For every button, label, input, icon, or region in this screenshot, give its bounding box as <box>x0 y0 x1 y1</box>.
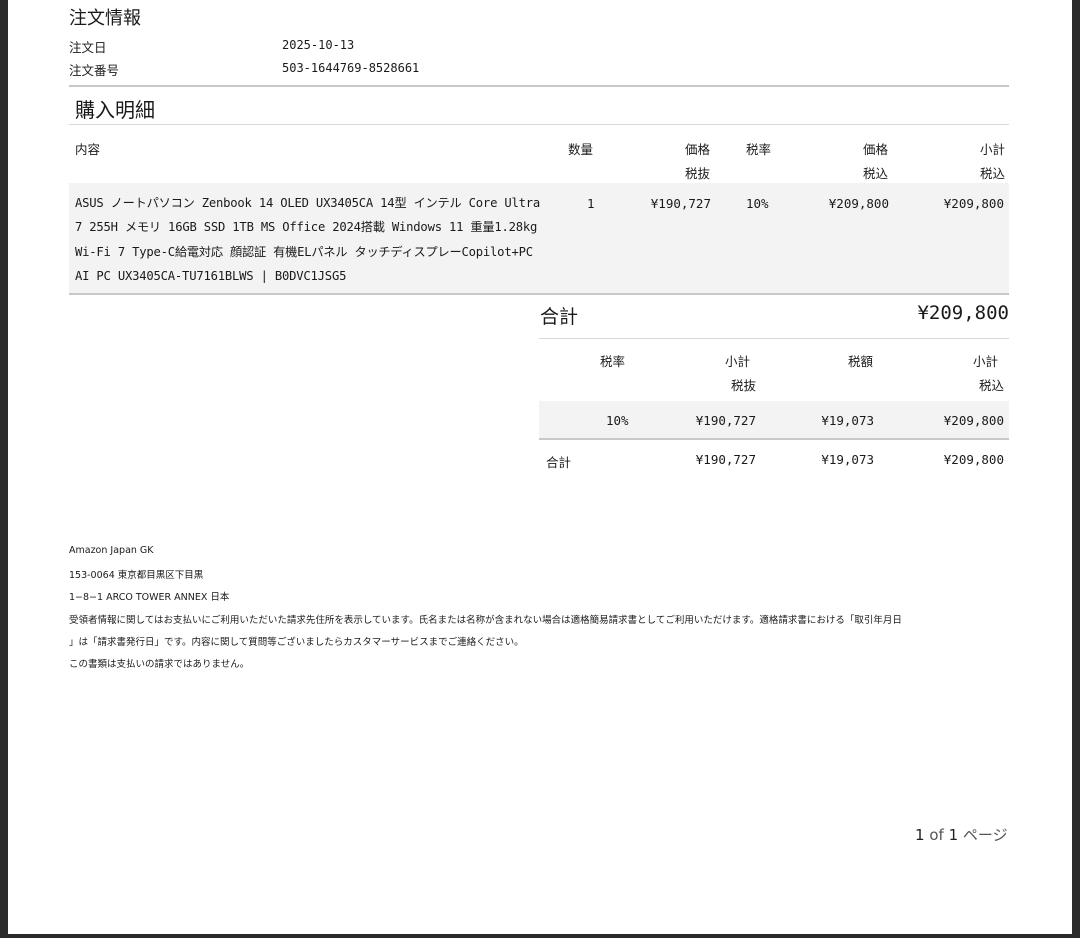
page-suffix: ページ <box>962 826 1008 844</box>
item-qty: 1 <box>587 196 595 211</box>
col-qty-header: 数量 <box>568 142 594 157</box>
tax-col-subtotal-sub-header: 税抜 <box>730 378 756 393</box>
page-current: 1 <box>915 826 925 844</box>
col-content-header: 内容 <box>75 142 101 157</box>
tax-row-subtotal-excl: ¥190,727 <box>695 413 756 428</box>
item-description: ASUS ノートパソコン Zenbook 14 OLED UX3405CA 14… <box>75 196 541 283</box>
col-tax-rate-header: 税率 <box>746 142 772 157</box>
footer-note-line3: この書類は支払いの請求ではありません。 <box>69 659 250 670</box>
tax-total-label: 合計 <box>546 455 572 470</box>
footer-address-line2: 1−8−1 ARCO TOWER ANNEX 日本 <box>69 592 230 603</box>
item-price-excl: ¥190,727 <box>650 196 711 211</box>
page-total: 1 <box>948 826 959 844</box>
tax-total-tax-amount: ¥19,073 <box>821 452 874 467</box>
purchase-details-heading: 購入明細 <box>75 98 155 122</box>
divider <box>69 124 1009 125</box>
tax-row-tax-amount: ¥19,073 <box>821 413 874 428</box>
col-subtotal-header: 小計 <box>979 142 1005 157</box>
order-number-label: 注文番号 <box>69 63 120 78</box>
col-price-sub-header: 税抜 <box>684 166 710 181</box>
order-info-heading: 注文情報 <box>69 8 141 29</box>
divider <box>69 85 1009 87</box>
footer-note-line2: 」は「請求書発行日」です。内容に関して質問等ございましたらカスタマーサービスまで… <box>69 637 524 648</box>
tax-col-amount-header: 税額 <box>847 354 873 369</box>
grand-total-value: ¥209,800 <box>917 302 1009 324</box>
item-subtotal-incl: ¥209,800 <box>943 196 1004 211</box>
tax-total-subtotal-incl: ¥209,800 <box>943 452 1004 467</box>
footer-note-line1: 受領者情報に関してはお支払いにご利用いただいた請求先住所を表示しています。氏名ま… <box>69 615 902 626</box>
tax-col-subtotal-header: 小計 <box>724 354 750 369</box>
tax-total-subtotal-excl: ¥190,727 <box>695 452 756 467</box>
col-price-incl-header: 価格 <box>862 142 888 157</box>
invoice-page: 注文情報 注文日 2025-10-13 注文番号 503-1644769-852… <box>8 0 1072 934</box>
col-price-incl-sub-header: 税込 <box>862 166 888 181</box>
tax-col-incl-sub-header: 税込 <box>978 378 1004 393</box>
page-of: of <box>929 826 944 844</box>
tax-col-incl-header: 小計 <box>972 354 998 369</box>
divider <box>539 438 1009 440</box>
col-subtotal-sub-header: 税込 <box>979 166 1005 181</box>
grand-total-label: 合計 <box>540 306 579 328</box>
col-price-header: 価格 <box>684 142 710 157</box>
tax-row-rate: 10% <box>606 413 629 428</box>
item-tax-rate: 10% <box>746 196 769 211</box>
page-indicator: 1 of 1 ページ <box>915 824 1008 845</box>
order-number-value: 503-1644769-8528661 <box>282 61 420 75</box>
tax-col-rate-header: 税率 <box>600 354 626 369</box>
item-price-incl: ¥209,800 <box>828 196 889 211</box>
tax-row-subtotal-incl: ¥209,800 <box>943 413 1004 428</box>
divider <box>539 338 1009 339</box>
order-date-value: 2025-10-13 <box>282 38 355 52</box>
order-date-label: 注文日 <box>69 40 107 55</box>
footer-address-line1: 153-0064 東京都目黒区下目黒 <box>69 570 204 581</box>
divider <box>69 293 1009 295</box>
footer-company: Amazon Japan GK <box>69 545 154 556</box>
